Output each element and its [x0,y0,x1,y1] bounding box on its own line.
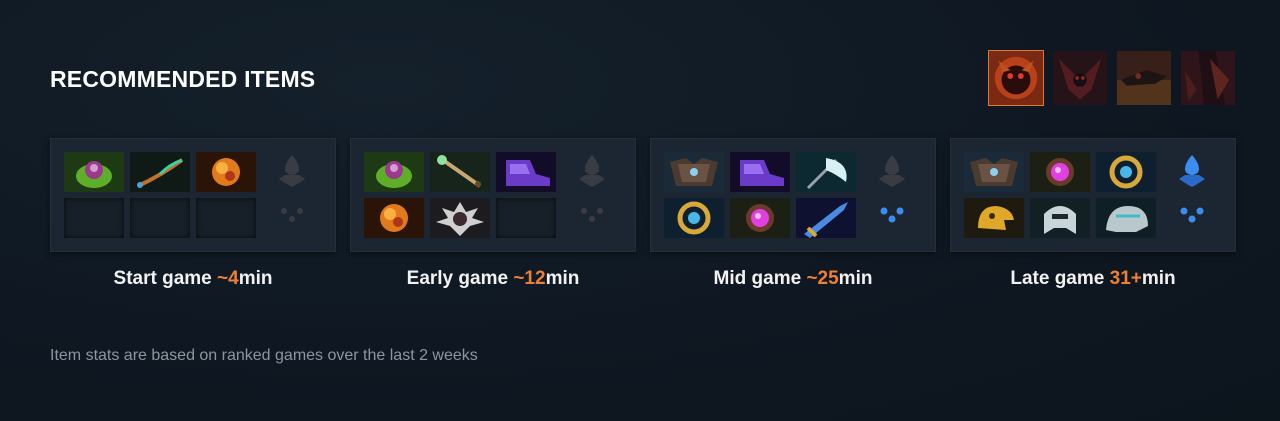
item-slot[interactable] [364,198,424,238]
purple-boots-icon [730,152,790,192]
armored-vest-icon [964,152,1024,192]
phase-label: Late game 31+min [950,268,1236,290]
neutral-token-icon [875,153,909,191]
golden-helm-icon [964,198,1024,238]
neutral-dots-icon [875,197,909,235]
item-slot[interactable] [796,152,856,192]
item-slot[interactable] [430,152,490,192]
stats-footnote: Item stats are based on ranked games ove… [50,347,478,364]
green-potion-icon [64,152,124,192]
phase-time-unit: min [838,268,873,289]
armored-vest-icon [664,152,724,192]
ice-axe-icon [796,152,856,192]
hero-portrait-4-image [1181,51,1235,105]
item-slot[interactable] [796,198,856,238]
golden-ring-icon [1096,152,1156,192]
hero-portrait-2-image [1053,51,1107,105]
phase-early-game: Early game ~12min [350,138,636,290]
silver-helm-icon [1030,198,1090,238]
phase-label: Early game ~12min [350,268,636,290]
item-slot[interactable] [1030,152,1090,192]
item-slot[interactable] [430,198,490,238]
phase-time-unit: min [238,268,273,289]
neutral-dots-icon [575,197,609,235]
green-potion-icon [364,152,424,192]
item-slot[interactable] [196,152,256,192]
neutral-dots-icon [1175,197,1209,235]
hero-portrait-3-image [1117,51,1171,105]
item-slot[interactable] [64,152,124,192]
item-grid [664,152,856,238]
empty-item-slot [496,198,556,238]
pink-orb-icon [730,198,790,238]
golden-ring-icon [664,198,724,238]
item-slot[interactable] [1096,152,1156,192]
item-slot[interactable] [730,198,790,238]
item-slot[interactable] [130,152,190,192]
phase-time-unit: min [545,268,580,289]
empty-item-slot [196,198,256,238]
pink-orb-icon [1030,152,1090,192]
item-grid [964,152,1156,238]
item-slot[interactable] [730,152,790,192]
purple-boots-icon [496,152,556,192]
item-slot[interactable] [664,152,724,192]
blue-blade-icon [796,198,856,238]
hero-portrait-2[interactable] [1052,50,1108,106]
magic-wand-icon [430,152,490,192]
section-title: RECOMMENDED ITEMS [50,66,316,92]
phase-time: ~25 [806,268,839,289]
phase-name: Early game [406,268,509,289]
orange-orb-icon [364,198,424,238]
phase-time-unit: min [1141,268,1176,289]
item-slot[interactable] [964,198,1024,238]
item-panel [50,138,336,252]
phase-label: Mid game ~25min [650,268,936,290]
phase-label: Start game ~4min [50,268,336,290]
phase-time: 31+ [1109,268,1142,289]
item-grid [64,152,256,238]
neutral-dots-icon [275,197,309,235]
phase-name: Late game [1010,268,1105,289]
hero-portrait-3[interactable] [1116,50,1172,106]
hero-portrait-1-image [989,51,1043,105]
item-slot[interactable] [1096,198,1156,238]
phase-name: Mid game [713,268,802,289]
tango-branch-icon [130,152,190,192]
hero-portrait-4[interactable] [1180,50,1236,106]
phase-time: ~4 [217,268,239,289]
neutral-token-icon [1175,153,1209,191]
phase-mid-game: Mid game ~25min [650,138,936,290]
phase-start-game: Start game ~4min [50,138,336,290]
hero-portrait-tabs [988,50,1236,106]
item-panel [650,138,936,252]
item-slot[interactable] [364,152,424,192]
frost-helm-icon [1096,198,1156,238]
item-grid [364,152,556,238]
phase-late-game: Late game 31+min [950,138,1236,290]
empty-item-slot [64,198,124,238]
item-panel [950,138,1236,252]
spiked-helm-icon [430,198,490,238]
item-slot[interactable] [664,198,724,238]
item-panel [350,138,636,252]
phase-time: ~12 [513,268,546,289]
neutral-token-icon [275,153,309,191]
empty-item-slot [130,198,190,238]
item-slot[interactable] [496,152,556,192]
item-slot[interactable] [964,152,1024,192]
orange-orb-icon [196,152,256,192]
neutral-token-icon [575,153,609,191]
phase-name: Start game [113,268,212,289]
hero-portrait-1[interactable] [988,50,1044,106]
item-slot[interactable] [1030,198,1090,238]
